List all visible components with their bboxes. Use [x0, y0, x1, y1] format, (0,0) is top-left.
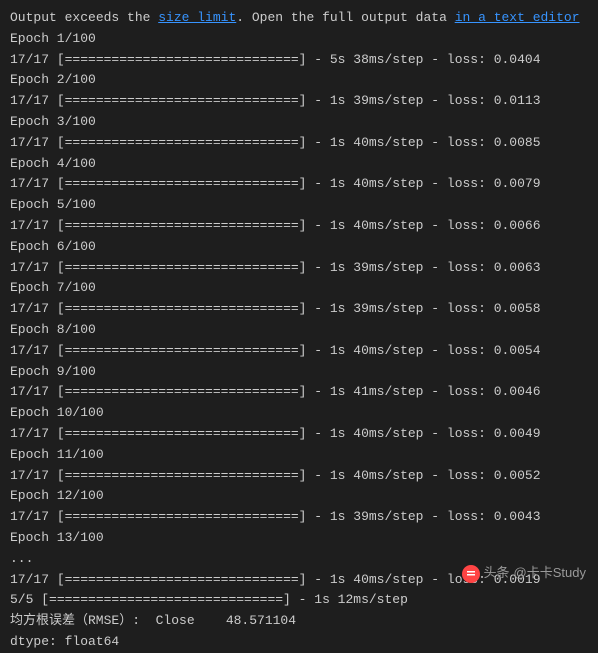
- epoch-progress: 17/17 [==============================] -…: [10, 299, 588, 320]
- epoch-steps: 17/17: [10, 176, 49, 191]
- epoch-progress: 17/17 [==============================] -…: [10, 50, 588, 71]
- epoch-steps: 17/17: [10, 343, 49, 358]
- epoch-bar: [==============================]: [57, 426, 307, 441]
- epoch-progress: 17/17 [==============================] -…: [10, 174, 588, 195]
- epoch-label: Epoch 9/100: [10, 362, 588, 383]
- epoch-label: Epoch 7/100: [10, 278, 588, 299]
- watermark: 头条 @卡卡Study: [462, 563, 586, 584]
- epoch-label: Epoch 6/100: [10, 237, 588, 258]
- epoch-stats: - 1s 40ms/step - loss: 0.0079: [306, 176, 540, 191]
- epoch-steps: 17/17: [10, 509, 49, 524]
- epoch-steps: 17/17: [10, 52, 49, 67]
- epoch-steps: 17/17: [10, 260, 49, 275]
- rmse-line: 均方根误差（RMSE）: Close 48.571104: [10, 611, 588, 632]
- epoch-progress: 17/17 [==============================] -…: [10, 507, 588, 528]
- epoch-progress: 17/17 [==============================] -…: [10, 382, 588, 403]
- epoch-progress: 17/17 [==============================] -…: [10, 424, 588, 445]
- epoch-label: Epoch 3/100: [10, 112, 588, 133]
- epoch-label: Epoch 11/100: [10, 445, 588, 466]
- epoch-bar: [==============================]: [57, 93, 307, 108]
- epoch-progress: 17/17 [==============================] -…: [10, 133, 588, 154]
- epoch-steps: 17/17: [10, 384, 49, 399]
- epoch-bar: [==============================]: [57, 135, 307, 150]
- epoch-stats: - 1s 39ms/step - loss: 0.0058: [306, 301, 540, 316]
- epoch-stats: - 1s 39ms/step - loss: 0.0043: [306, 509, 540, 524]
- epoch-stats: - 1s 41ms/step - loss: 0.0046: [306, 384, 540, 399]
- epoch-bar: [==============================]: [57, 468, 307, 483]
- text-editor-link[interactable]: in a text editor: [455, 10, 580, 25]
- epoch-steps: 17/17: [10, 426, 49, 441]
- epoch-label: Epoch 12/100: [10, 486, 588, 507]
- eval-progress: 5/5 [==============================] - 1…: [10, 590, 588, 611]
- toutiao-icon: [462, 565, 480, 583]
- epoch-stats: - 1s 40ms/step - loss: 0.0049: [306, 426, 540, 441]
- epoch-label: Epoch 13/100: [10, 528, 588, 549]
- watermark-prefix: 头条: [484, 563, 510, 584]
- size-limit-link[interactable]: size limit: [158, 10, 236, 25]
- epoch-progress: 17/17 [==============================] -…: [10, 258, 588, 279]
- final-bar: [==============================]: [57, 572, 307, 587]
- epoch-progress: 17/17 [==============================] -…: [10, 216, 588, 237]
- notice-text-prefix: Output exceeds the: [10, 10, 158, 25]
- epoch-bar: [==============================]: [57, 384, 307, 399]
- epoch-progress: 17/17 [==============================] -…: [10, 341, 588, 362]
- watermark-suffix: @卡卡Study: [514, 563, 586, 584]
- eval-stats: - 1s 12ms/step: [291, 592, 408, 607]
- dtype-line: dtype: float64: [10, 632, 588, 653]
- epoch-bar: [==============================]: [57, 218, 307, 233]
- epoch-progress: 17/17 [==============================] -…: [10, 91, 588, 112]
- epoch-steps: 17/17: [10, 468, 49, 483]
- epoch-bar: [==============================]: [57, 343, 307, 358]
- epoch-bar: [==============================]: [57, 260, 307, 275]
- epoch-label: Epoch 5/100: [10, 195, 588, 216]
- epoch-label: Epoch 1/100: [10, 29, 588, 50]
- epoch-stats: - 1s 40ms/step - loss: 0.0052: [306, 468, 540, 483]
- epoch-progress: 17/17 [==============================] -…: [10, 466, 588, 487]
- epoch-bar: [==============================]: [57, 301, 307, 316]
- epoch-stats: - 1s 39ms/step - loss: 0.0063: [306, 260, 540, 275]
- epoch-steps: 17/17: [10, 93, 49, 108]
- epoch-label: Epoch 2/100: [10, 70, 588, 91]
- epoch-steps: 17/17: [10, 135, 49, 150]
- epoch-bar: [==============================]: [57, 176, 307, 191]
- epoch-stats: - 1s 40ms/step - loss: 0.0066: [306, 218, 540, 233]
- epoch-bar: [==============================]: [57, 509, 307, 524]
- epoch-label: Epoch 10/100: [10, 403, 588, 424]
- training-output: Epoch 1/10017/17 [======================…: [10, 29, 588, 549]
- epoch-label: Epoch 4/100: [10, 154, 588, 175]
- epoch-stats: - 5s 38ms/step - loss: 0.0404: [306, 52, 540, 67]
- eval-steps: 5/5: [10, 592, 33, 607]
- epoch-label: Epoch 8/100: [10, 320, 588, 341]
- epoch-bar: [==============================]: [57, 52, 307, 67]
- epoch-steps: 17/17: [10, 301, 49, 316]
- epoch-stats: - 1s 40ms/step - loss: 0.0085: [306, 135, 540, 150]
- notice-text-middle: . Open the full output data: [236, 10, 454, 25]
- epoch-stats: - 1s 39ms/step - loss: 0.0113: [306, 93, 540, 108]
- output-limit-notice: Output exceeds the size limit. Open the …: [10, 8, 588, 29]
- eval-bar: [==============================]: [41, 592, 291, 607]
- epoch-stats: - 1s 40ms/step - loss: 0.0054: [306, 343, 540, 358]
- epoch-steps: 17/17: [10, 218, 49, 233]
- final-steps: 17/17: [10, 572, 49, 587]
